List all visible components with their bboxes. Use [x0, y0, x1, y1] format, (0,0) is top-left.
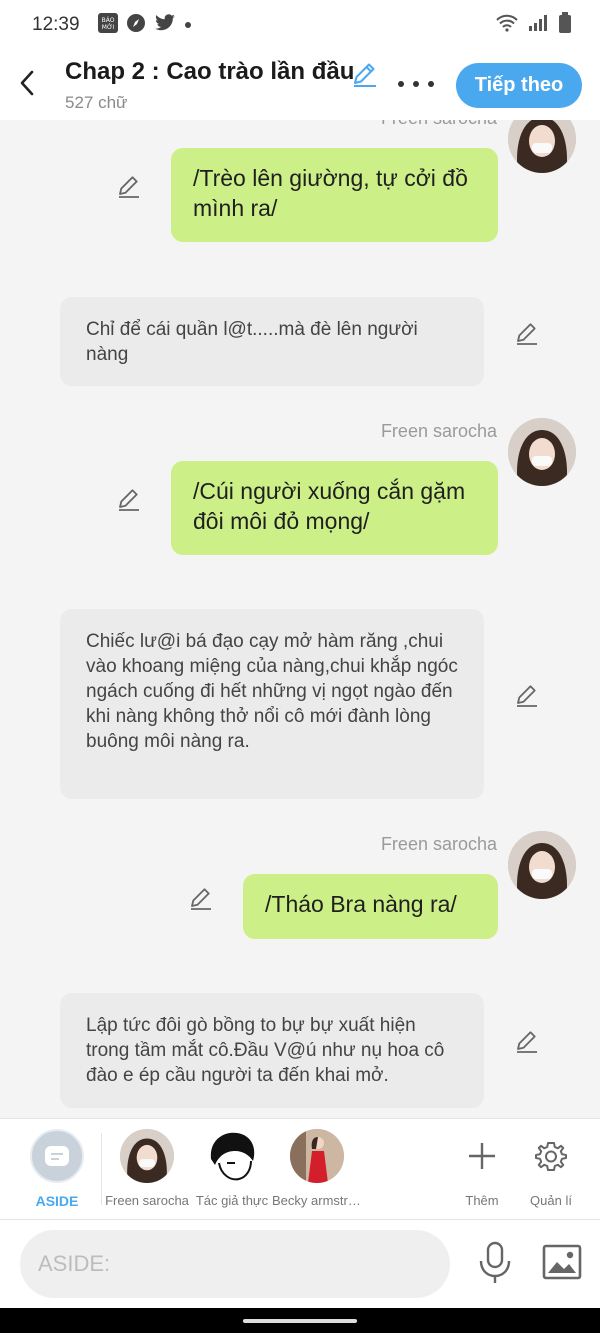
sender-name: Freen sarocha — [380, 834, 497, 854]
twitter-icon — [154, 13, 176, 37]
aside-message-bubble[interactable]: Lập tức đôi gò bồng to bự bự xuất hiện t… — [60, 993, 484, 1108]
pencil-icon — [191, 888, 211, 910]
character-message-bubble[interactable]: /Cúi người xuống cắn gặm đôi môi đỏ mọng… — [171, 461, 498, 555]
sender-name: Freen sarocha — [381, 120, 497, 129]
avatar[interactable] — [508, 418, 576, 486]
character-selector: ASIDE Freen sarocha Tác giả thực Becky a… — [0, 1118, 600, 1220]
character-becky-armstrong[interactable]: Becky armstrong — [272, 1129, 362, 1208]
pencil-icon — [517, 685, 537, 707]
plus-icon — [469, 1143, 495, 1169]
baomoi-icon: BÁO MỚI — [97, 12, 118, 38]
input-area — [0, 1220, 600, 1308]
sender-name: Freen sarocha — [380, 421, 497, 441]
edit-message-button[interactable] — [514, 320, 540, 346]
system-icons — [496, 11, 572, 39]
aside-chat-icon — [30, 1129, 84, 1183]
aside-input[interactable] — [20, 1230, 450, 1298]
edit-title-button[interactable] — [350, 60, 378, 88]
avatar — [120, 1129, 174, 1183]
microphone-icon — [479, 1241, 511, 1283]
character-author[interactable]: Tác giả thực — [187, 1129, 277, 1208]
gear-icon — [535, 1142, 567, 1171]
edit-message-button[interactable] — [188, 885, 214, 911]
aside-message-bubble[interactable]: Chỉ để cái quần l@t.....mà đè lên người … — [60, 297, 484, 386]
home-indicator[interactable] — [243, 1319, 357, 1323]
svg-text:BÁO: BÁO — [101, 17, 114, 24]
pencil-icon — [517, 323, 537, 345]
pencil-icon — [354, 63, 376, 87]
character-label: ASIDE — [35, 1193, 79, 1209]
character-label: Becky armstrong — [272, 1193, 362, 1208]
manage-label: Quản lí — [530, 1193, 572, 1208]
more-options-button[interactable] — [398, 72, 434, 96]
avatar — [290, 1129, 344, 1183]
insert-image-button[interactable] — [542, 1244, 582, 1280]
status-bar: 12:39 BÁO MỚI — [0, 0, 600, 50]
avatar[interactable] — [508, 120, 576, 173]
system-navigation-bar — [0, 1308, 600, 1333]
next-button[interactable]: Tiếp theo — [456, 63, 582, 108]
notification-icons: BÁO MỚI — [97, 12, 192, 38]
edit-message-button[interactable] — [514, 682, 540, 708]
character-freen-sarocha[interactable]: Freen sarocha — [102, 1129, 192, 1208]
chapter-title: Chap 2 : Cao trào lần đầu — [65, 58, 355, 85]
character-message-bubble[interactable]: /Tháo Bra nàng ra/ — [243, 874, 498, 939]
manage-button[interactable]: Quản lí — [506, 1129, 596, 1208]
back-arrow-icon — [20, 70, 34, 96]
dot-icon — [184, 16, 192, 34]
edit-message-button[interactable] — [514, 1028, 540, 1054]
avatar — [205, 1129, 259, 1183]
character-message-bubble[interactable]: /Trèo lên giường, tự cởi đồ mình ra/ — [171, 148, 498, 242]
battery-icon — [558, 11, 572, 39]
character-label: Tác giả thực — [195, 1193, 269, 1208]
svg-text:MỚI: MỚI — [101, 24, 114, 31]
compass-icon — [126, 13, 146, 38]
word-count: 527 chữ — [65, 93, 128, 112]
pencil-icon — [119, 176, 139, 198]
character-aside[interactable]: ASIDE — [12, 1129, 102, 1209]
back-button[interactable] — [14, 68, 40, 98]
edit-message-button[interactable] — [116, 173, 142, 199]
pencil-icon — [119, 489, 139, 511]
avatar[interactable] — [508, 831, 576, 899]
character-label: Freen sarocha — [105, 1193, 189, 1208]
pencil-icon — [517, 1031, 537, 1053]
wifi-icon — [496, 14, 518, 37]
status-time: 12:39 — [32, 14, 80, 35]
edit-message-button[interactable] — [116, 486, 142, 512]
chat-area[interactable]: Freen sarocha /Trèo lên giường, tự cởi đ… — [0, 120, 600, 1118]
aside-message-bubble[interactable]: Chiếc lư@i bá đạo cạy mở hàm răng ,chui … — [60, 609, 484, 799]
image-icon — [542, 1244, 582, 1280]
chapter-header: Chap 2 : Cao trào lần đầu 527 chữ Tiếp t… — [0, 50, 600, 120]
microphone-button[interactable] — [476, 1240, 514, 1286]
signal-icon — [528, 14, 548, 37]
